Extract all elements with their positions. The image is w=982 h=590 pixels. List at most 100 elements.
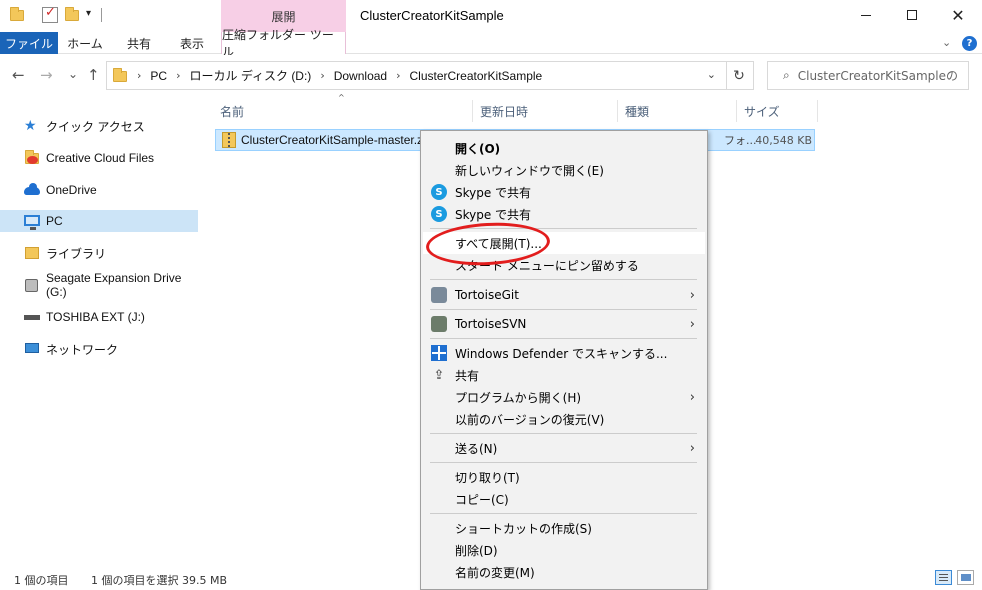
skype-icon: S — [431, 184, 447, 200]
sidebar-item-label: Seagate Expansion Drive (G:) — [46, 271, 182, 299]
menu-item-label: プログラムから開く(H) — [455, 390, 582, 405]
usb-drive-icon — [24, 309, 40, 325]
star-icon: ★ — [24, 118, 37, 134]
divider — [430, 433, 697, 434]
sidebar-item-creative-cloud[interactable]: Creative Cloud Files — [0, 147, 198, 169]
search-icon: ⌕ — [783, 68, 790, 82]
search-input[interactable] — [797, 68, 958, 83]
menu-item-cut[interactable]: 切り取り(T) — [423, 466, 705, 488]
divider[interactable] — [817, 100, 818, 122]
menu-item-label: TortoiseGit — [455, 288, 519, 302]
menu-item-label: Skype で共有 — [455, 207, 532, 222]
search-box[interactable]: ⌕ — [767, 61, 969, 90]
tab-file[interactable]: ファイル — [0, 32, 58, 54]
breadcrumb-local-disk[interactable]: ローカル ディスク (D:) — [189, 67, 311, 84]
close-icon: ✕ — [951, 5, 965, 25]
menu-item-skype-share[interactable]: S Skype で共有 — [423, 203, 705, 225]
recent-locations-button[interactable]: ⌄ — [68, 67, 78, 81]
divider[interactable] — [617, 100, 618, 122]
close-button[interactable]: ✕ — [935, 0, 981, 30]
menu-item-open-with[interactable]: プログラムから開く(H) › — [423, 386, 705, 408]
menu-item-extract-all[interactable]: すべて展開(T)... — [423, 232, 705, 254]
divider[interactable] — [736, 100, 737, 122]
large-icons-view-button[interactable] — [957, 570, 974, 585]
menu-item-skype-share[interactable]: S Skype で共有 — [423, 181, 705, 203]
menu-item-label: ショートカットの作成(S) — [455, 521, 592, 536]
tab-view[interactable]: 表示 — [168, 32, 216, 54]
chevron-right-icon: › — [689, 440, 695, 456]
refresh-button[interactable]: ↻ — [725, 61, 754, 90]
sidebar-item-quick-access[interactable]: ★ クイック アクセス — [0, 115, 198, 137]
properties-check-icon[interactable]: ✓ — [42, 5, 58, 23]
menu-item-pin-to-start[interactable]: スタート メニューにピン留めする — [423, 254, 705, 276]
cloud-icon — [24, 182, 40, 198]
zip-file-icon — [222, 132, 236, 148]
address-history-dropdown[interactable]: ⌄ — [707, 68, 716, 81]
menu-item-send-to[interactable]: 送る(N) › — [423, 437, 705, 459]
tab-share[interactable]: 共有 — [114, 32, 164, 54]
chevron-right-icon[interactable]: › — [176, 69, 180, 82]
help-icon[interactable]: ? — [962, 36, 977, 51]
column-header-size[interactable]: サイズ — [744, 100, 780, 122]
column-header-name[interactable]: 名前 — [220, 100, 244, 122]
sidebar-item-network[interactable]: ネットワーク — [0, 338, 198, 360]
chevron-down-icon[interactable]: ⌄ — [942, 36, 951, 49]
defender-icon — [431, 345, 447, 361]
menu-item-label: 切り取り(T) — [455, 470, 520, 485]
menu-item-rename[interactable]: 名前の変更(M) — [423, 561, 705, 583]
menu-item-defender-scan[interactable]: Windows Defender でスキャンする... — [423, 342, 705, 364]
menu-item-tortoisesvn[interactable]: TortoiseSVN › — [423, 313, 705, 335]
sidebar-item-label: PC — [46, 214, 63, 228]
menu-item-label: 開く(O) — [455, 141, 501, 156]
new-folder-icon[interactable] — [64, 7, 80, 23]
menu-item-share[interactable]: ⇪ 共有 — [423, 364, 705, 386]
menu-item-copy[interactable]: コピー(C) — [423, 488, 705, 510]
divider — [101, 8, 102, 22]
menu-item-restore-previous[interactable]: 以前のバージョンの復元(V) — [423, 408, 705, 430]
sidebar-item-onedrive[interactable]: OneDrive — [0, 179, 198, 201]
sidebar-item-library[interactable]: ライブラリ — [0, 242, 198, 264]
chevron-right-icon[interactable]: › — [137, 69, 141, 82]
menu-item-open-new-window[interactable]: 新しいウィンドウで開く(E) — [423, 159, 705, 181]
forward-button[interactable]: → — [40, 66, 53, 84]
column-header-date[interactable]: 更新日時 — [480, 100, 528, 122]
drive-icon — [24, 277, 40, 293]
title-bar: ✓ ▾ 展開 ClusterCreatorKitSample ✕ — [0, 0, 982, 32]
menu-item-label: 共有 — [455, 368, 480, 383]
chevron-right-icon[interactable]: › — [396, 69, 400, 82]
maximize-button[interactable] — [889, 0, 935, 30]
chevron-right-icon[interactable]: › — [320, 69, 324, 82]
divider[interactable] — [472, 100, 473, 122]
folder-icon — [9, 7, 25, 23]
sort-ascending-icon: ^ — [338, 93, 345, 102]
minimize-icon — [861, 14, 871, 16]
up-button[interactable]: ↑ — [87, 66, 100, 84]
ribbon-tabs: ファイル ホーム 共有 表示 圧縮フォルダー ツール ⌄ ? — [0, 28, 982, 59]
breadcrumb-pc[interactable]: PC — [150, 69, 167, 83]
sidebar-item-toshiba-drive[interactable]: TOSHIBA EXT (J:) — [0, 306, 198, 328]
back-button[interactable]: ← — [12, 66, 25, 84]
address-bar[interactable]: › PC › ローカル ディスク (D:) › Download › Clust… — [106, 61, 727, 90]
breadcrumb-current-folder[interactable]: ClusterCreatorKitSample — [410, 69, 543, 83]
menu-item-delete[interactable]: 削除(D) — [423, 539, 705, 561]
divider — [430, 513, 697, 514]
sidebar-item-pc[interactable]: PC — [0, 210, 198, 232]
minimize-button[interactable] — [843, 0, 889, 30]
breadcrumb-download[interactable]: Download — [334, 69, 387, 83]
sidebar-item-seagate-drive[interactable]: Seagate Expansion Drive (G:) — [0, 271, 198, 299]
sidebar-item-label: OneDrive — [46, 183, 97, 197]
menu-item-label: 名前の変更(M) — [455, 565, 535, 580]
tab-compressed-folder-tools[interactable]: 圧縮フォルダー ツール — [221, 28, 346, 59]
tab-home[interactable]: ホーム — [60, 32, 110, 54]
window-title: ClusterCreatorKitSample — [360, 8, 504, 23]
details-view-button[interactable] — [935, 570, 952, 585]
menu-item-open[interactable]: 開く(O) — [423, 137, 705, 159]
divider — [430, 228, 697, 229]
menu-item-create-shortcut[interactable]: ショートカットの作成(S) — [423, 517, 705, 539]
column-header-type[interactable]: 種類 — [625, 100, 649, 122]
file-size: 40,548 KB — [755, 133, 812, 147]
menu-item-tortoisegit[interactable]: TortoiseGit › — [423, 284, 705, 306]
file-name: ClusterCreatorKitSample-master.zip — [241, 133, 433, 147]
folder-icon — [112, 67, 128, 84]
customize-quick-access-dropdown[interactable]: ▾ — [86, 8, 91, 19]
